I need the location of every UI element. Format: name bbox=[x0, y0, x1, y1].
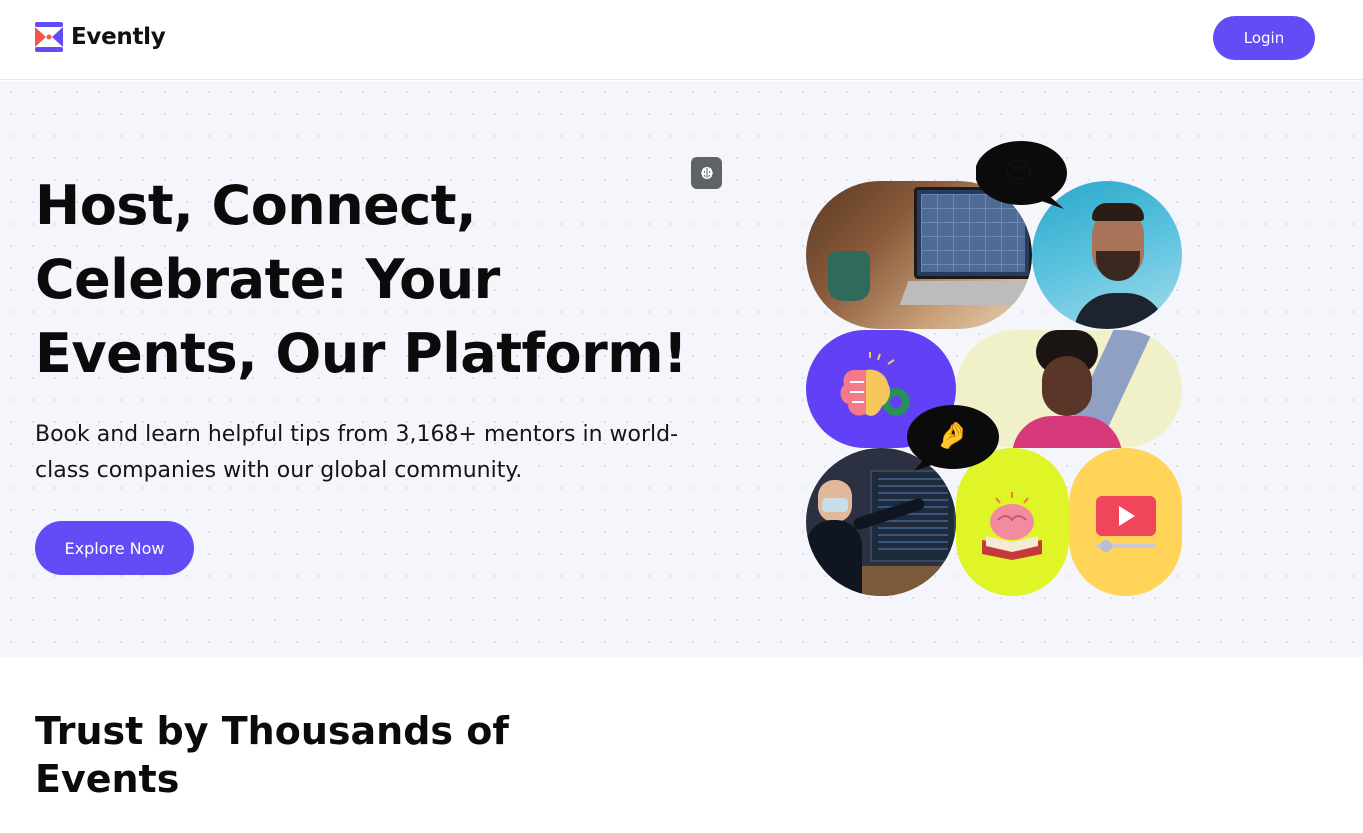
hero-subtitle: Book and learn helpful tips from 3,168+ … bbox=[35, 422, 679, 483]
heart-eyes-emoji: 😍 bbox=[1004, 156, 1034, 189]
brand-logo[interactable]: Evently bbox=[35, 22, 166, 52]
trust-section-title: Trust by Thousands of Events bbox=[35, 709, 509, 801]
hero-collage: 😍 🤌 bbox=[800, 136, 1195, 606]
site-header: Evently Login bbox=[0, 0, 1363, 80]
hero-title: Host, Connect, Celebrate: Your Events, O… bbox=[35, 174, 688, 385]
pinched-fingers-emoji: 🤌 bbox=[936, 421, 969, 451]
login-button[interactable]: Login bbox=[1213, 16, 1315, 60]
evently-logo-icon bbox=[35, 22, 63, 52]
brand-name: Evently bbox=[71, 24, 166, 50]
video-play-icon bbox=[1096, 496, 1156, 552]
brain-chip[interactable] bbox=[691, 157, 722, 189]
video-player-illustration bbox=[1069, 448, 1182, 596]
pinched-fingers-bubble: 🤌 bbox=[906, 403, 1000, 471]
brain-icon bbox=[700, 167, 713, 179]
heart-eyes-bubble: 😍 bbox=[975, 141, 1070, 209]
explore-now-button[interactable]: Explore Now bbox=[35, 521, 194, 575]
hero-section: Host, Connect, Celebrate: Your Events, O… bbox=[0, 81, 1363, 657]
